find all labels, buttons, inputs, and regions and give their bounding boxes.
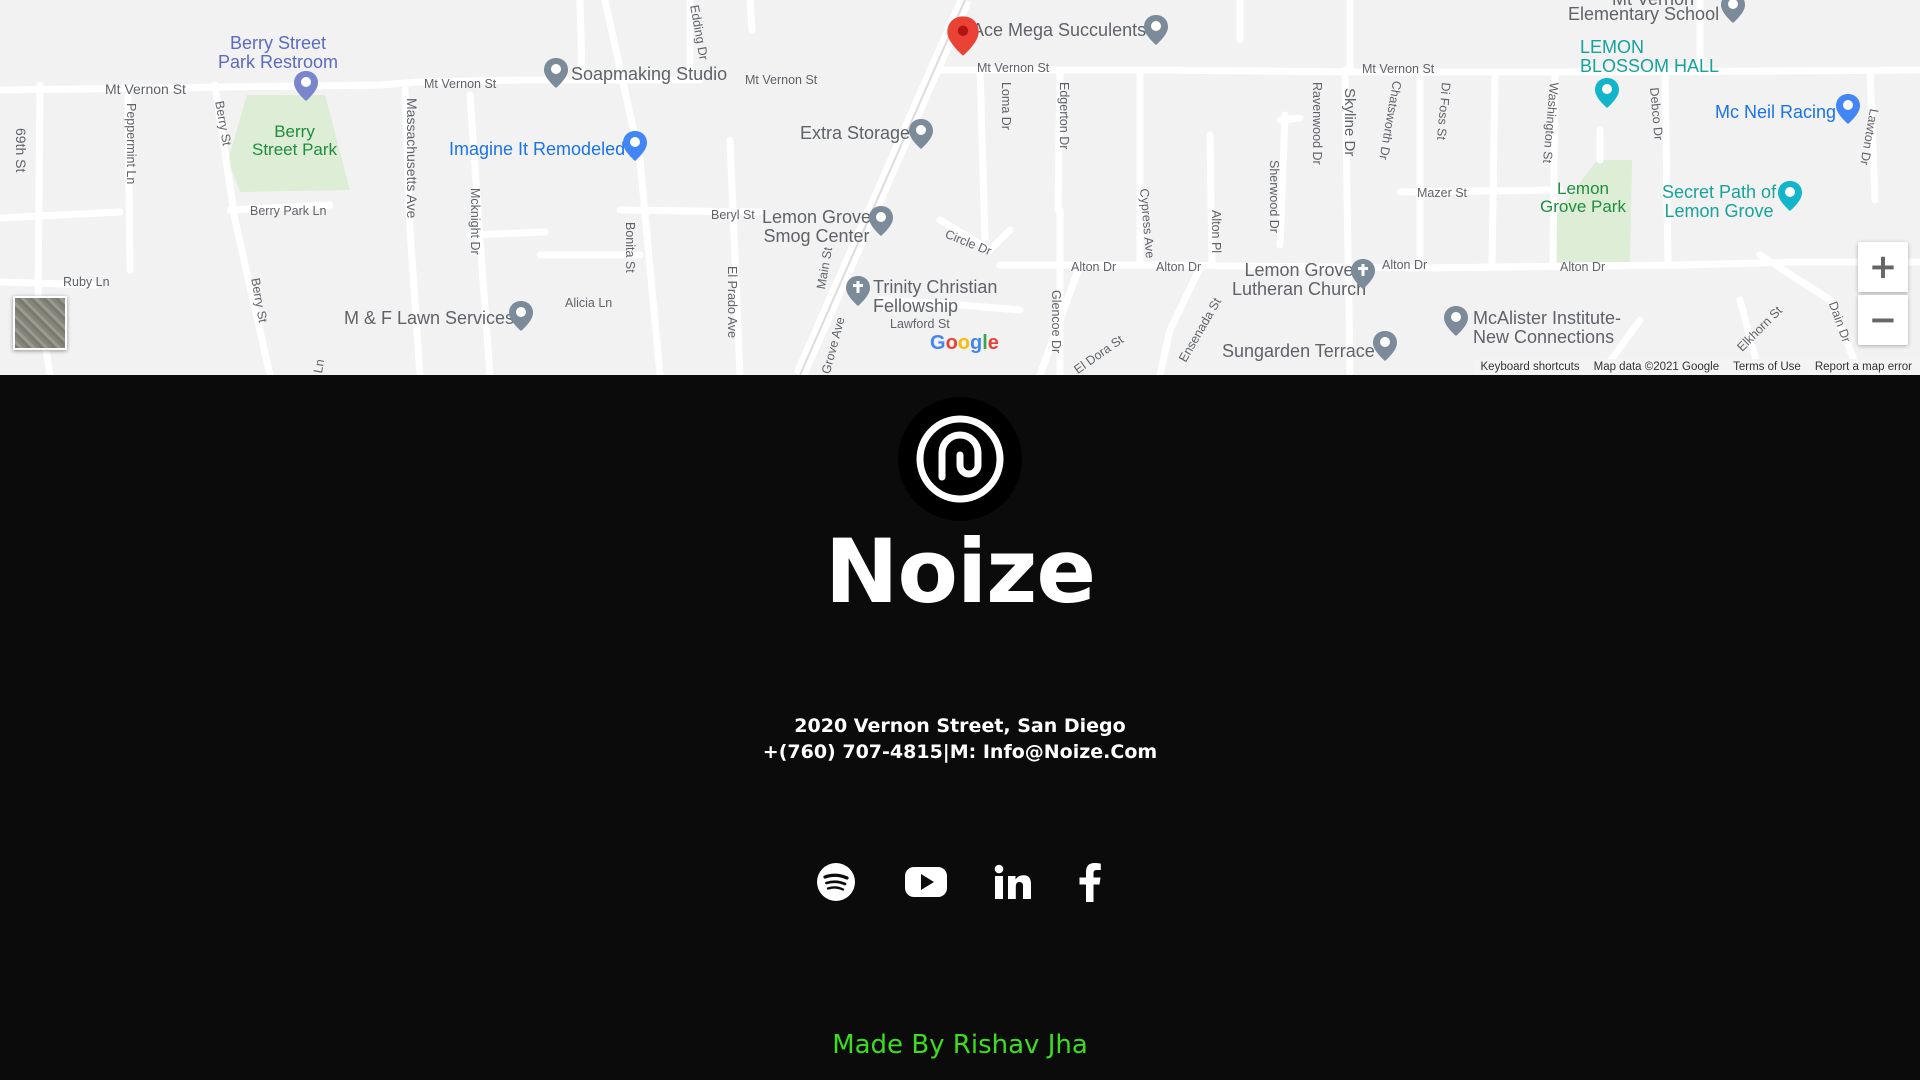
selected-location-pin-icon[interactable] bbox=[946, 14, 980, 58]
street-label: Lawford St bbox=[890, 317, 950, 331]
place-label[interactable]: Berry Street Park Restroom bbox=[218, 34, 338, 72]
place-pin-icon[interactable] bbox=[1443, 305, 1469, 337]
map[interactable]: Mt Vernon St Mt Vernon St Mt Vernon St M… bbox=[0, 0, 1920, 375]
satellite-toggle-thumbnail[interactable] bbox=[13, 296, 67, 350]
place-label[interactable]: Sungarden Terrace bbox=[1222, 342, 1375, 361]
terms-of-use-link[interactable]: Terms of Use bbox=[1733, 361, 1801, 373]
place-pin-icon[interactable] bbox=[908, 118, 934, 150]
street-label: Ruby Ln bbox=[63, 275, 110, 289]
hall-pin-icon[interactable] bbox=[1594, 77, 1620, 109]
spotify-link[interactable] bbox=[814, 860, 858, 904]
street-label: Glencoe Dr bbox=[1049, 290, 1063, 354]
street-label: Alton Dr bbox=[1156, 260, 1202, 274]
made-by-credit: Made By Rishav Jha bbox=[832, 1030, 1088, 1060]
place-label[interactable]: Lemon Grove Park bbox=[1540, 180, 1626, 216]
street-label: Beryl St bbox=[711, 208, 755, 222]
street-label: Mt Vernon St bbox=[745, 73, 818, 87]
keyboard-shortcuts-link[interactable]: Keyboard shortcuts bbox=[1481, 361, 1580, 373]
place-pin-icon[interactable] bbox=[1372, 330, 1398, 362]
street-label: Alton Dr bbox=[1382, 258, 1428, 272]
youtube-icon bbox=[905, 867, 947, 897]
street-label: Mt Vernon St bbox=[105, 81, 186, 97]
map-attribution-bar: Keyboard shortcuts Map data ©2021 Google… bbox=[1472, 359, 1920, 375]
zoom-in-button[interactable]: + bbox=[1858, 242, 1908, 292]
place-label[interactable]: McAlister Institute- New Connections bbox=[1473, 309, 1621, 347]
place-label[interactable]: Berry Street Park bbox=[252, 123, 337, 159]
street-label: El Prado Ave bbox=[725, 266, 739, 339]
shopping-pin-icon[interactable] bbox=[1835, 93, 1861, 125]
street-label: Massachusetts Ave bbox=[404, 98, 420, 219]
place-label[interactable]: LEMON BLOSSOM HALL bbox=[1580, 38, 1719, 76]
brand-name: Noize bbox=[824, 520, 1096, 623]
linkedin-icon bbox=[994, 864, 1031, 899]
street-label: Ln bbox=[311, 358, 328, 375]
contact-text: +(760) 707-4815|M: Info@Noize.Com bbox=[762, 741, 1158, 763]
place-pin-icon[interactable] bbox=[508, 300, 534, 332]
noize-logo[interactable] bbox=[898, 397, 1022, 521]
zoom-out-button[interactable]: − bbox=[1858, 295, 1908, 345]
camera-pin-icon[interactable] bbox=[1777, 180, 1803, 212]
church-pin-icon[interactable] bbox=[845, 275, 871, 307]
spotify-icon bbox=[817, 863, 855, 901]
school-pin-icon[interactable] bbox=[543, 57, 569, 89]
street-label: Berry Park Ln bbox=[250, 204, 327, 218]
address-text: 2020 Vernon Street, San Diego bbox=[794, 715, 1126, 737]
youtube-link[interactable] bbox=[903, 860, 949, 904]
street-label: Mcknight Dr bbox=[468, 188, 482, 255]
street-label: Loma Dr bbox=[999, 82, 1013, 130]
church-pin-icon[interactable] bbox=[1350, 258, 1376, 290]
place-label[interactable]: Lemon Grove Lutheran Church bbox=[1232, 261, 1366, 299]
map-data-text: Map data ©2021 Google bbox=[1593, 361, 1720, 373]
linkedin-link[interactable] bbox=[991, 860, 1035, 904]
street-label: Mt Vernon St bbox=[424, 77, 497, 91]
shopping-pin-icon[interactable] bbox=[622, 130, 648, 162]
street-label: Alton Dr bbox=[1071, 260, 1117, 274]
report-map-error-link[interactable]: Report a map error bbox=[1815, 361, 1912, 373]
street-label: 69th St bbox=[13, 128, 29, 173]
place-label[interactable]: Extra Storage bbox=[800, 124, 910, 143]
street-label: Edgerton Dr bbox=[1057, 82, 1071, 150]
street-label: Mt Vernon St bbox=[977, 61, 1050, 75]
place-label[interactable]: Lemon Grove Smog Center bbox=[762, 208, 871, 246]
google-logo: Google bbox=[930, 332, 999, 354]
street-label: Alton Pl bbox=[1209, 210, 1223, 254]
facebook-icon bbox=[1079, 863, 1101, 902]
street-label: Peppermint Ln bbox=[124, 103, 138, 185]
street-label: Skyline Dr bbox=[1341, 88, 1358, 157]
street-label: Alton Dr bbox=[1560, 260, 1606, 274]
street-label: Bonita St bbox=[623, 222, 637, 273]
street-label: Mazer St bbox=[1417, 186, 1468, 200]
place-label[interactable]: Imagine It Remodeled bbox=[449, 140, 625, 159]
place-label[interactable]: Mc Neil Racing bbox=[1715, 103, 1836, 122]
street-label: Sherwood Dr bbox=[1267, 160, 1281, 233]
street-label: Alicia Ln bbox=[565, 296, 613, 310]
place-label[interactable]: M & F Lawn Services bbox=[344, 309, 514, 328]
restroom-pin-icon[interactable] bbox=[293, 70, 319, 102]
facebook-link[interactable] bbox=[1068, 860, 1112, 904]
place-pin-icon[interactable] bbox=[1143, 14, 1169, 46]
street-label: Mt Vernon St bbox=[1362, 62, 1435, 76]
place-label[interactable]: Secret Path of Lemon Grove bbox=[1662, 183, 1776, 221]
place-pin-icon[interactable] bbox=[868, 205, 894, 237]
place-label: Mt Vernon bbox=[1612, 0, 1694, 9]
school-pin-icon[interactable] bbox=[1720, 0, 1746, 24]
place-label[interactable]: Soapmaking Studio bbox=[571, 65, 727, 84]
street-label: Ravenwood Dr bbox=[1310, 82, 1324, 165]
place-label[interactable]: Ace Mega Succulents bbox=[972, 21, 1146, 40]
noize-logo-icon bbox=[916, 415, 1004, 503]
place-label[interactable]: Trinity Christian Fellowship bbox=[873, 278, 997, 316]
